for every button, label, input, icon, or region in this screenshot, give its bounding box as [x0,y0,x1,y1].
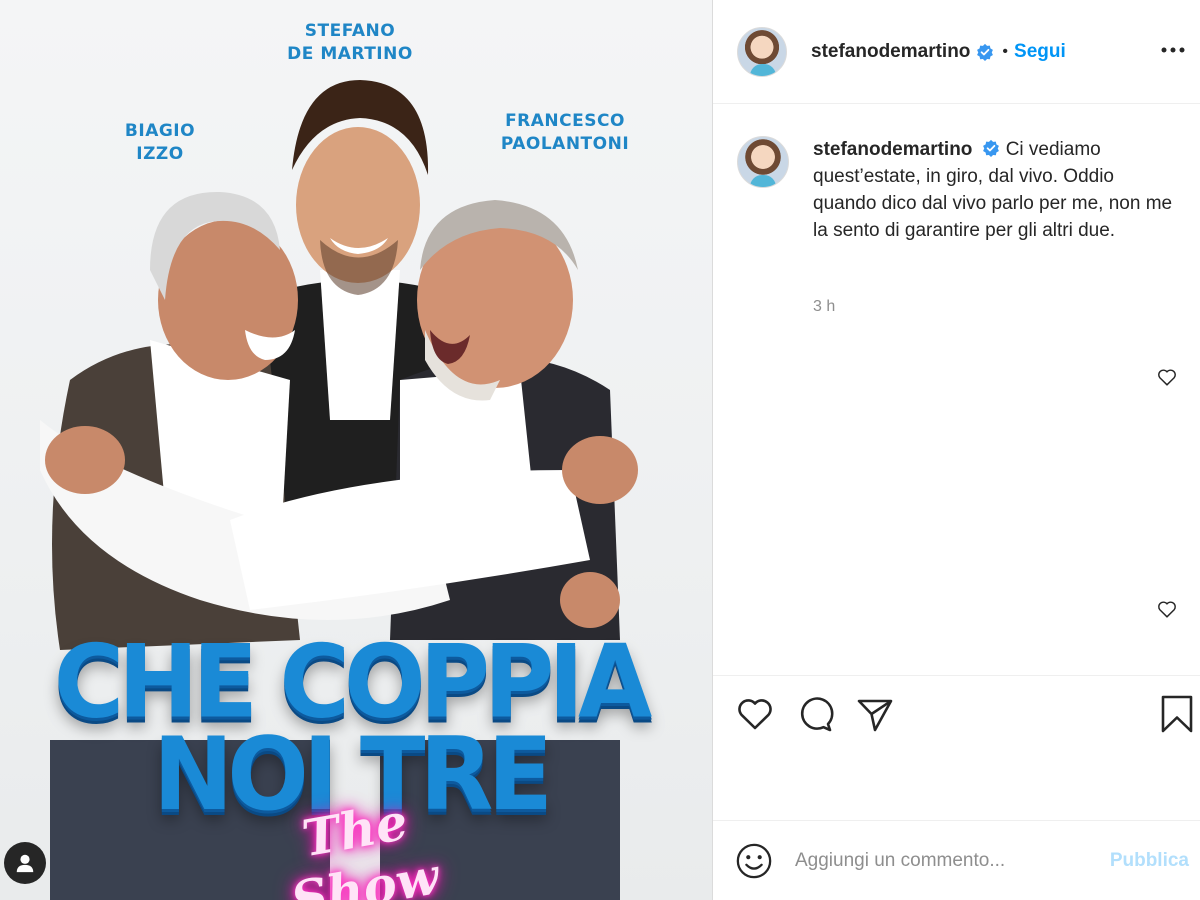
cast-name-biagio: BIAGIO IZZO [124,121,196,164]
publish-button[interactable]: Pubblica [1110,850,1189,872]
caption-body: stefanodemartino Ci vediamo quest’estate… [813,136,1177,244]
verified-badge-icon [983,139,1000,157]
tagged-user-button[interactable] [4,842,46,884]
post-timestamp[interactable]: 3 h [813,298,835,316]
header-username[interactable]: stefanodemartino [811,41,970,63]
more-options-icon [1161,47,1185,53]
cast-name-stefano: STEFANO DE MARTINO [287,21,413,64]
bookmark-icon[interactable] [1157,694,1197,734]
post-actions [713,675,1200,821]
emoji-icon[interactable] [735,842,773,880]
avatar[interactable] [737,26,787,77]
comment-like-heart-icon[interactable] [1156,366,1178,388]
paper-plane-icon[interactable] [855,694,895,734]
comment-bar: Pubblica [713,822,1200,900]
post-image[interactable]: STEFANO DE MARTINO BIAGIO IZZO FRANCESCO… [0,0,712,900]
caption-avatar[interactable] [737,136,789,188]
comment-icon[interactable] [795,694,835,734]
more-options-button[interactable] [1159,36,1187,64]
header-separator: • [1002,42,1009,60]
comment-input[interactable] [795,850,1095,872]
post-caption: stefanodemartino Ci vediamo quest’estate… [737,136,1177,244]
verified-badge-icon [977,43,994,61]
cast-name-francesco: FRANCESCO PAOLANTONI [500,111,630,154]
show-title: CHE COPPIA NOI TRE [53,623,653,833]
post-header: stefanodemartino • Segui [713,0,1200,104]
heart-icon[interactable] [735,694,775,734]
comment-like-heart-icon[interactable] [1156,598,1178,620]
caption-username[interactable]: stefanodemartino [813,139,972,160]
post-details-panel: stefanodemartino • Segui stefanodemartin… [712,0,1200,900]
user-icon [16,854,34,873]
follow-button[interactable]: Segui [1014,41,1066,63]
